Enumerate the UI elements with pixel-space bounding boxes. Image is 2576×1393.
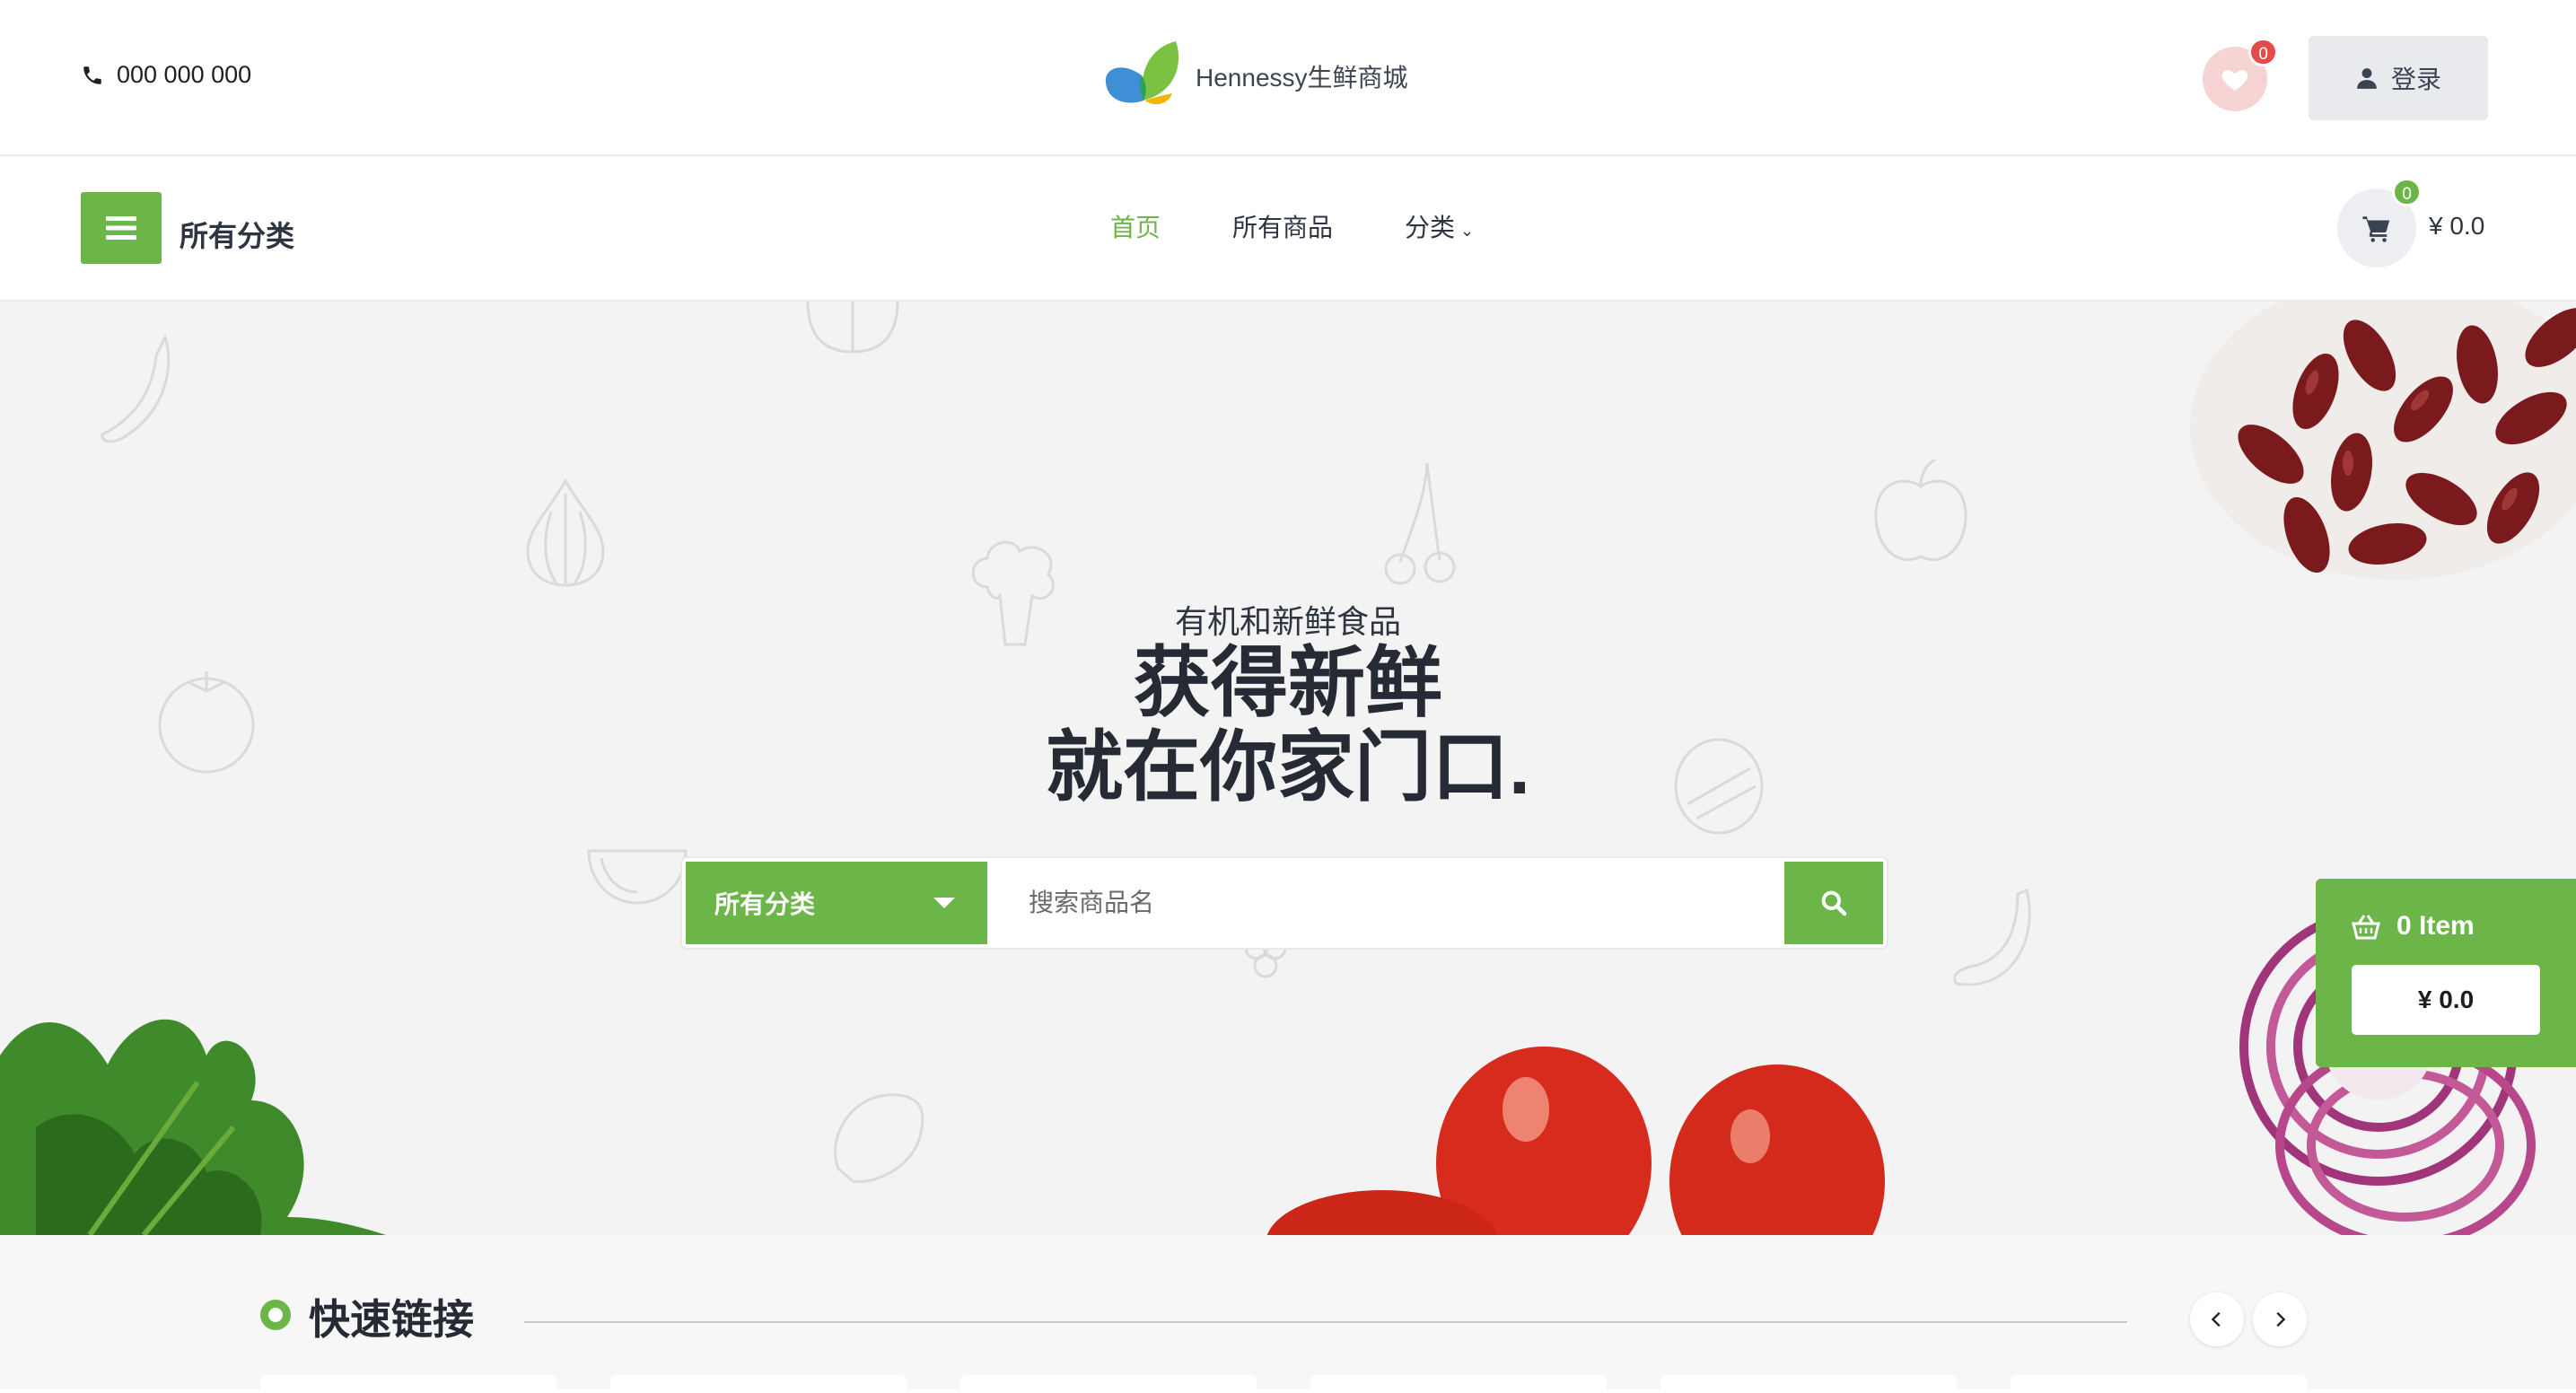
heart-icon — [2221, 70, 2248, 91]
floating-cart-total: ¥ 0.0 — [2352, 965, 2540, 1035]
nav-links: 首页 所有商品 分类 ⌄ — [1110, 208, 1474, 244]
quick-links-title: 快速链接 — [309, 1296, 474, 1343]
brand-name: Hennessy生鲜商城 — [1196, 64, 1408, 92]
nav-link-home[interactable]: 首页 — [1110, 208, 1161, 244]
shopping-cart-icon — [2362, 216, 2390, 242]
categories-menu-button[interactable] — [81, 192, 162, 264]
parsley-image — [0, 1019, 386, 1235]
kidney-beans-image — [2190, 302, 2576, 580]
cart-button[interactable]: 0 — [2337, 178, 2422, 267]
phone-icon — [83, 66, 101, 84]
phone-number: 000 000 000 — [117, 61, 252, 88]
pepper-doodle-icon — [806, 302, 899, 354]
top-header: 000 000 000 Hennessy生鲜商城 0 登录 — [0, 0, 2576, 156]
tomatoes-image — [1266, 1047, 1885, 1235]
lemon-doodle-icon — [834, 1093, 924, 1183]
onion-doodle-icon — [526, 478, 605, 587]
watermelon-doodle-icon — [587, 849, 688, 905]
quick-link-card[interactable] — [610, 1375, 907, 1393]
floating-cart-items: 0 Item — [2396, 911, 2475, 941]
quick-link-card[interactable] — [260, 1375, 556, 1393]
quick-links-section: 快速链接 — [0, 1235, 2576, 1393]
cherry-doodle-icon — [1384, 462, 1456, 585]
caret-down-icon — [933, 898, 955, 908]
chevron-right-icon — [2276, 1311, 2286, 1327]
hero-banner: 有机和新鲜食品 获得新鲜 就在你家门口. 所有分类 0 Item ¥ 0.0 — [0, 302, 2576, 1235]
main-navbar: 所有分类 首页 所有商品 分类 ⌄ 0 ¥ 0.0 — [0, 156, 2576, 302]
quick-link-card[interactable] — [1310, 1375, 1607, 1393]
section-divider — [524, 1321, 2127, 1323]
banana-doodle-icon — [1953, 888, 2031, 986]
brand-logo-link[interactable]: Hennessy生鲜商城 — [1102, 36, 1408, 117]
basket-icon — [2352, 915, 2380, 940]
phone-contact[interactable]: 000 000 000 — [81, 61, 251, 89]
hamburger-icon — [106, 216, 136, 240]
search-icon — [1821, 890, 1847, 916]
search-bar: 所有分类 — [682, 858, 1887, 948]
quick-link-card[interactable] — [2011, 1375, 2307, 1393]
quick-link-card[interactable] — [960, 1375, 1257, 1393]
categories-label[interactable]: 所有分类 — [180, 214, 294, 255]
chili-doodle-icon — [101, 334, 171, 443]
cart-count-badge: 0 — [2392, 178, 2422, 206]
hero-title: 获得新鲜 就在你家门口. — [0, 641, 2576, 810]
login-label: 登录 — [2390, 66, 2441, 93]
cart-total: ¥ 0.0 — [2429, 212, 2485, 240]
section-bullet-icon — [260, 1300, 291, 1330]
hero-subtitle: 有机和新鲜食品 — [1174, 603, 1401, 640]
butterfly-logo-icon — [1105, 41, 1179, 105]
carousel-prev-button[interactable] — [2190, 1292, 2244, 1346]
nav-link-categories[interactable]: 分类 ⌄ — [1405, 208, 1474, 244]
hero-title-line2: 就在你家门口. — [1046, 724, 1530, 810]
carousel-next-button[interactable] — [2253, 1292, 2307, 1346]
user-icon — [2357, 68, 2377, 89]
wishlist-count-badge: 0 — [2248, 38, 2278, 66]
search-input[interactable] — [987, 862, 1783, 944]
nav-link-categories-label: 分类 — [1405, 214, 1456, 241]
search-button[interactable] — [1784, 862, 1883, 944]
quick-link-card[interactable] — [1660, 1375, 1957, 1393]
search-category-select[interactable]: 所有分类 — [686, 862, 987, 944]
chevron-down-icon: ⌄ — [1460, 222, 1475, 240]
floating-cart-widget[interactable]: 0 Item ¥ 0.0 — [2316, 879, 2576, 1067]
apple-doodle-icon — [1874, 458, 1967, 561]
chevron-left-icon — [2211, 1311, 2221, 1327]
search-category-label: 所有分类 — [714, 890, 816, 918]
floating-cart-header: 0 Item — [2350, 911, 2475, 942]
nav-link-all-products[interactable]: 所有商品 — [1232, 208, 1333, 244]
hero-title-line1: 获得新鲜 — [1134, 640, 1442, 726]
wishlist-button[interactable]: 0 — [2203, 38, 2278, 111]
login-button[interactable]: 登录 — [2309, 36, 2488, 120]
